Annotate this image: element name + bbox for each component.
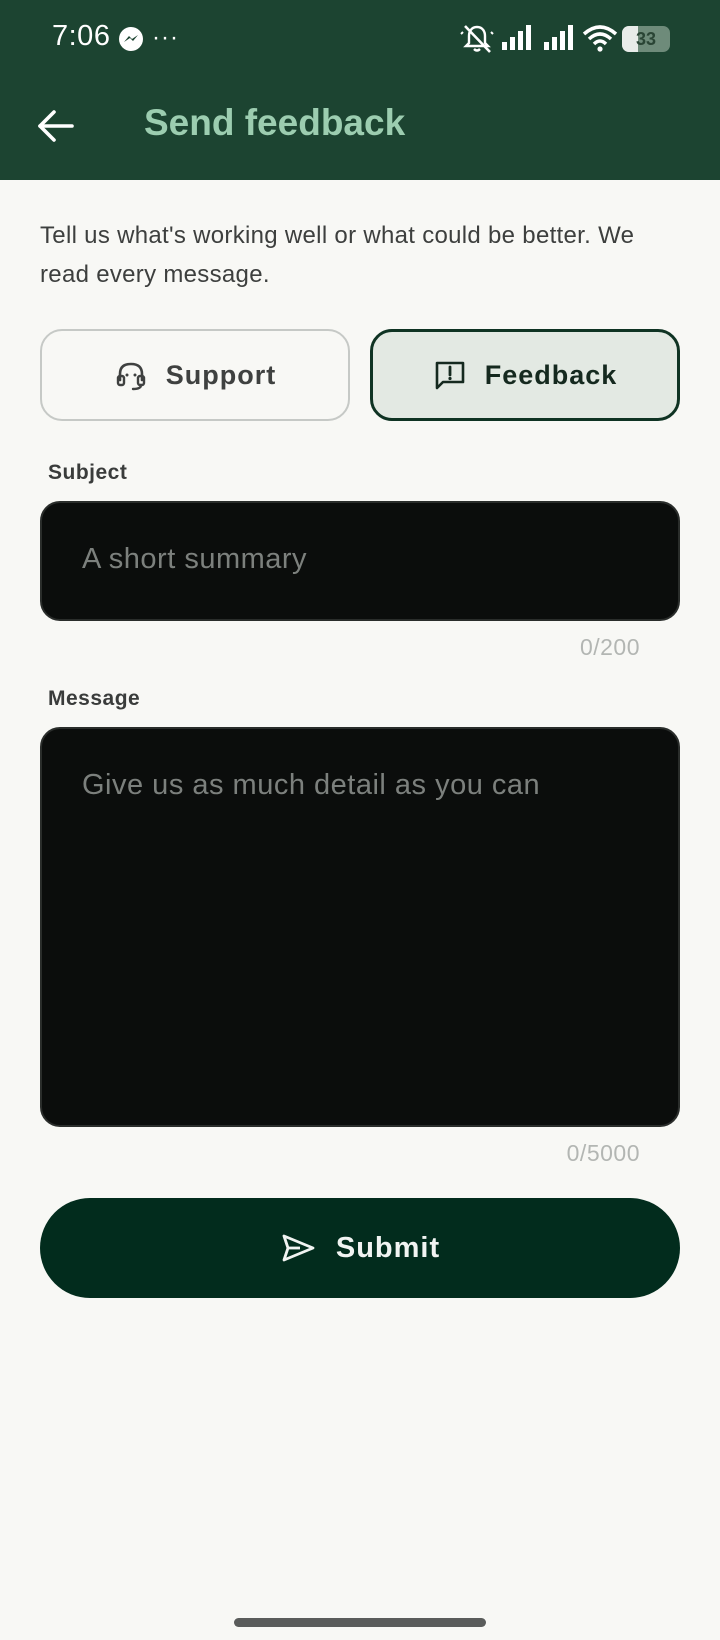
status-bar: 7:06 ··· 33 [0,0,720,80]
submit-button[interactable]: Submit [40,1198,680,1298]
intro-text: Tell us what's working well or what coul… [40,222,635,288]
message-placeholder: Give us as much detail as you can [82,769,541,801]
mute-bell-icon [460,25,494,53]
wifi-icon [582,25,618,52]
page-title: Send feedback [144,102,406,143]
subject-placeholder: A short summary [82,543,308,575]
subject-char-counter: 0/200 [579,634,640,660]
headset-icon [116,362,145,391]
signal-strength-icon [502,25,531,50]
support-tab-label: Support [165,359,277,390]
home-indicator[interactable] [234,1618,486,1627]
message-input[interactable]: Give us as much detail as you can [40,727,680,1127]
more-notifications-icon: ··· [152,24,179,51]
subject-input[interactable]: A short summary [40,501,680,621]
back-arrow-icon[interactable] [30,100,82,152]
feedback-bubble-icon [435,361,465,390]
status-time: 7:06 [52,20,111,52]
submit-label: Submit [335,1231,441,1264]
messenger-icon [119,27,143,51]
battery-icon: 33 [622,26,670,52]
battery-level: 33 [635,29,657,49]
message-label: Message [48,687,141,710]
message-char-counter: 0/5000 [566,1140,640,1166]
support-tab-button[interactable]: Support [40,329,350,421]
app-header: 7:06 ··· 33 Send feedback [0,0,720,180]
subject-label: Subject [48,461,128,484]
send-icon [282,1234,315,1262]
feedback-tab-label: Feedback [484,359,618,390]
feedback-tab-button[interactable]: Feedback [370,329,680,421]
signal-strength-icon-2 [544,25,573,50]
